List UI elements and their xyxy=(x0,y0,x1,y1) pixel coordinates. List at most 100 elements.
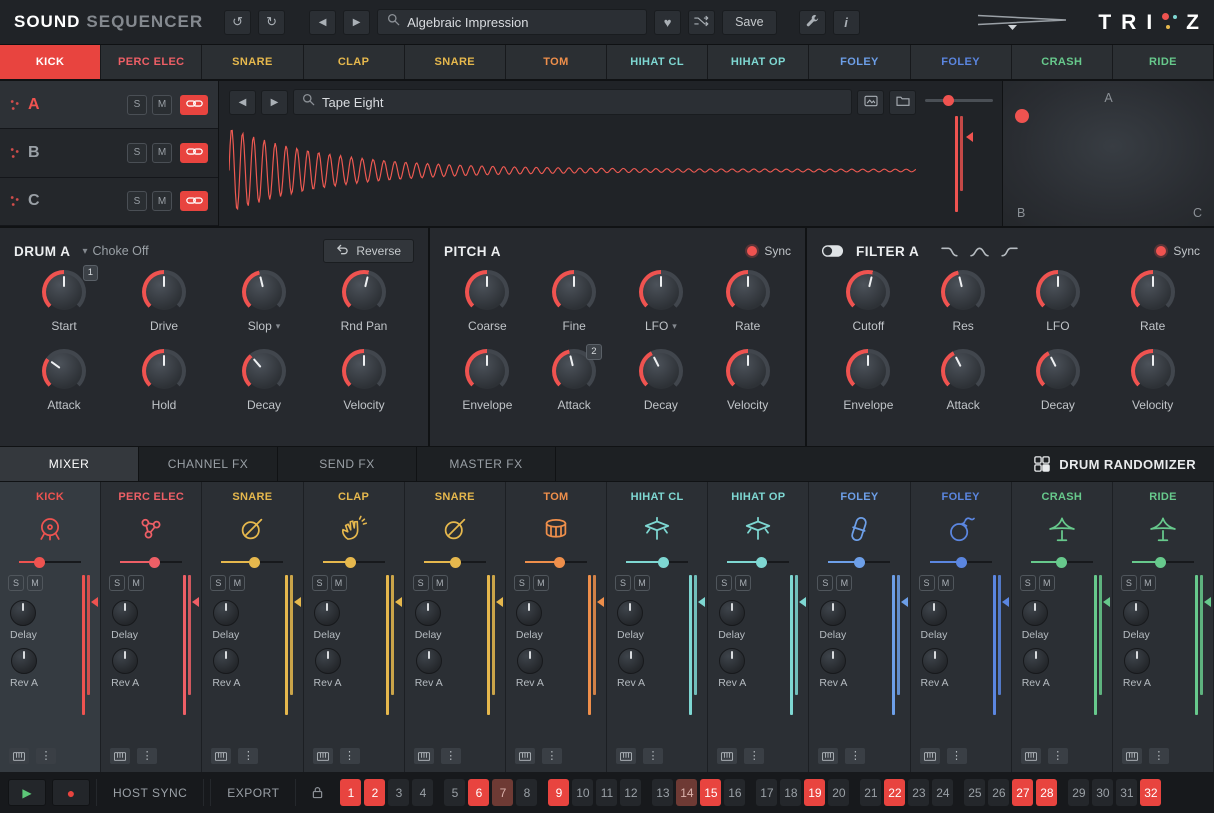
step-button[interactable]: 24 xyxy=(932,779,953,806)
strip-menu-button[interactable]: ⋮ xyxy=(1048,748,1068,764)
filter-sync-toggle[interactable]: Sync xyxy=(1156,244,1200,258)
strip-reverb-knob[interactable] xyxy=(112,648,138,674)
strip-solo-button[interactable]: S xyxy=(413,575,429,591)
knob[interactable]: Rnd Pan ▾ xyxy=(314,270,414,349)
mixer-strip[interactable]: PERC ELEC S M Delay xyxy=(101,482,202,772)
knob-dial[interactable] xyxy=(1036,349,1080,393)
layer-blend-pad[interactable]: A B C xyxy=(1002,81,1214,226)
meter-peak-marker[interactable] xyxy=(1103,597,1110,607)
strip-volume-slider[interactable] xyxy=(120,561,182,563)
strip-volume-slider[interactable] xyxy=(626,561,688,563)
knob-dial[interactable] xyxy=(1131,349,1175,393)
mixer-strip[interactable]: CRASH S M Delay xyxy=(1012,482,1113,772)
mixer-strip[interactable]: TOM S M Delay xyxy=(506,482,607,772)
strip-reverb-knob[interactable] xyxy=(618,648,644,674)
strip-mute-button[interactable]: M xyxy=(1140,575,1156,591)
drum-pad-tab[interactable]: RIDE xyxy=(1113,45,1214,79)
strip-reverb-knob[interactable] xyxy=(11,648,37,674)
meter-peak-marker[interactable] xyxy=(597,597,604,607)
prev-sample-button[interactable]: ◀ xyxy=(229,90,256,115)
strip-volume-slider[interactable] xyxy=(19,561,81,563)
strip-solo-button[interactable]: S xyxy=(210,575,226,591)
layer-link-button[interactable] xyxy=(180,191,208,211)
meter-peak-marker[interactable] xyxy=(496,597,503,607)
strip-menu-button[interactable]: ⋮ xyxy=(845,748,865,764)
slider-handle[interactable] xyxy=(149,557,160,568)
meter-peak-marker[interactable] xyxy=(799,597,806,607)
slider-handle[interactable] xyxy=(956,557,967,568)
drum-pad-tab[interactable]: SNARE xyxy=(202,45,303,79)
step-button[interactable]: 10 xyxy=(572,779,593,806)
strip-volume-slider[interactable] xyxy=(828,561,890,563)
strip-delay-knob[interactable] xyxy=(719,600,745,626)
strip-delay-knob[interactable] xyxy=(314,600,340,626)
knob[interactable]: Attack ▾ xyxy=(14,349,114,428)
knob[interactable]: Cutoff ▾ xyxy=(821,270,916,349)
highpass-icon[interactable] xyxy=(999,244,1018,259)
next-preset-button[interactable]: ▶ xyxy=(343,10,370,35)
bandpass-icon[interactable] xyxy=(970,244,989,259)
strip-solo-button[interactable]: S xyxy=(109,575,125,591)
drum-pad-tab[interactable]: PERC ELEC xyxy=(101,45,202,79)
strip-solo-button[interactable]: S xyxy=(1020,575,1036,591)
meter-peak-marker[interactable] xyxy=(1204,597,1211,607)
knob-dial[interactable] xyxy=(941,349,985,393)
drum-pad-tab[interactable]: HIHAT OP xyxy=(708,45,809,79)
mixer-strip[interactable]: SNARE S M Delay xyxy=(405,482,506,772)
strip-delay-knob[interactable] xyxy=(10,600,36,626)
drum-pad-tab[interactable]: TOM xyxy=(506,45,607,79)
strip-reverb-knob[interactable] xyxy=(820,648,846,674)
knob[interactable]: Envelope ▾ xyxy=(821,349,916,428)
knob[interactable]: Drive ▾ xyxy=(114,270,214,349)
drum-pad-tab[interactable]: HIHAT CL xyxy=(607,45,708,79)
step-button[interactable]: 14 xyxy=(676,779,697,806)
strip-menu-button[interactable]: ⋮ xyxy=(36,748,56,764)
blend-cursor[interactable] xyxy=(1015,109,1029,123)
strip-delay-knob[interactable] xyxy=(213,600,239,626)
step-button[interactable]: 29 xyxy=(1068,779,1089,806)
strip-keyboard-button[interactable] xyxy=(1122,748,1142,764)
lock-icon[interactable] xyxy=(302,786,332,799)
export-button[interactable]: EXPORT xyxy=(210,779,296,806)
strip-keyboard-button[interactable] xyxy=(110,748,130,764)
knob[interactable]: Decay ▾ xyxy=(1011,349,1106,428)
mixer-strip[interactable]: KICK S M Delay xyxy=(0,482,101,772)
strip-solo-button[interactable]: S xyxy=(716,575,732,591)
slider-handle[interactable] xyxy=(345,557,356,568)
knob[interactable]: Velocity ▾ xyxy=(314,349,414,428)
drum-pad-tab[interactable]: CLAP xyxy=(304,45,405,79)
strip-keyboard-button[interactable] xyxy=(313,748,333,764)
knob[interactable]: Fine ▾ xyxy=(531,270,618,349)
strip-menu-button[interactable]: ⋮ xyxy=(340,748,360,764)
knob-dial[interactable] xyxy=(941,270,985,314)
strip-volume-slider[interactable] xyxy=(727,561,789,563)
knob-dial[interactable] xyxy=(465,349,509,393)
redo-button[interactable]: ↻ xyxy=(258,10,285,35)
layer-link-button[interactable] xyxy=(180,95,208,115)
step-button[interactable]: 28 xyxy=(1036,779,1057,806)
strip-reverb-knob[interactable] xyxy=(517,648,543,674)
slider-handle[interactable] xyxy=(658,557,669,568)
knob-dial[interactable] xyxy=(142,270,186,314)
sample-waveform[interactable] xyxy=(229,123,916,218)
strip-delay-knob[interactable] xyxy=(820,600,846,626)
step-button[interactable]: 9 xyxy=(548,779,569,806)
strip-volume-slider[interactable] xyxy=(930,561,992,563)
meter-peak-marker[interactable] xyxy=(901,597,908,607)
meter-peak-marker[interactable] xyxy=(395,597,402,607)
slider-handle[interactable] xyxy=(1056,557,1067,568)
strip-keyboard-button[interactable] xyxy=(515,748,535,764)
step-button[interactable]: 5 xyxy=(444,779,465,806)
strip-keyboard-button[interactable] xyxy=(717,748,737,764)
knob-dial[interactable] xyxy=(342,349,386,393)
strip-reverb-knob[interactable] xyxy=(315,648,341,674)
strip-mute-button[interactable]: M xyxy=(432,575,448,591)
strip-reverb-knob[interactable] xyxy=(922,648,948,674)
slider-handle[interactable] xyxy=(450,557,461,568)
step-button[interactable]: 26 xyxy=(988,779,1009,806)
step-button[interactable]: 27 xyxy=(1012,779,1033,806)
strip-keyboard-button[interactable] xyxy=(9,748,29,764)
favorite-button[interactable]: ♥ xyxy=(654,10,681,35)
strip-reverb-knob[interactable] xyxy=(1124,648,1150,674)
knob[interactable]: LFO ▾ xyxy=(1011,270,1106,349)
